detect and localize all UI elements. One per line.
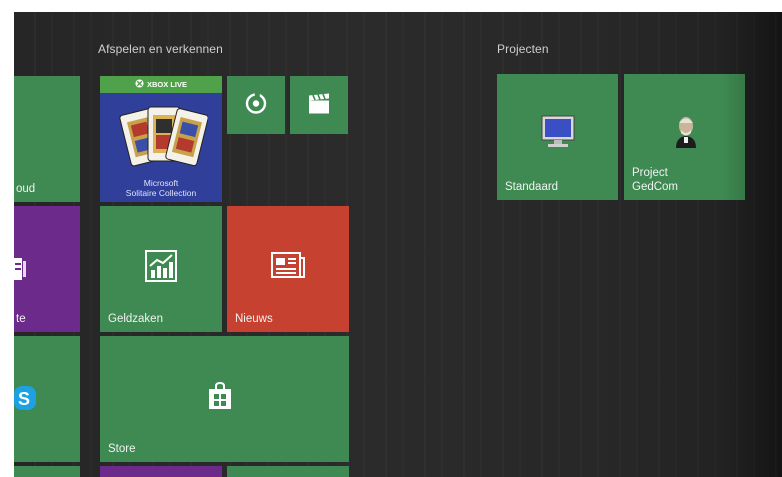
tile-nieuws[interactable]: Nieuws (227, 206, 349, 332)
skype-icon: S (14, 384, 38, 415)
group-header-play: Afspelen en verkennen (98, 42, 223, 56)
groove-music-icon (244, 92, 268, 119)
tile-gedcom-label: Project GedCom (632, 166, 678, 194)
start-screen: Afspelen en verkennen Projecten oud te S (14, 12, 782, 477)
solitaire-caption: Microsoft Solitaire Collection (100, 178, 222, 198)
tile-cloud[interactable]: oud (14, 76, 80, 202)
tile-gedcom-label-line1: Project (632, 167, 668, 179)
tile-partial-bottom-left[interactable] (14, 466, 80, 477)
chart-icon (145, 250, 177, 285)
svg-text:S: S (18, 389, 30, 409)
clapperboard-icon (307, 93, 331, 118)
news-icon (271, 252, 305, 281)
portrait-icon (674, 114, 698, 151)
tile-onenote-label: te (16, 313, 26, 325)
onenote-icon (14, 256, 28, 285)
tile-standaard-label: Standaard (505, 181, 559, 193)
tile-groove[interactable] (227, 76, 285, 134)
tile-onenote[interactable]: te (14, 206, 80, 332)
tile-standaard[interactable]: Standaard (497, 74, 618, 200)
tile-geldzaken[interactable]: Geldzaken (100, 206, 222, 332)
shopping-bag-icon (208, 381, 232, 413)
tile-solitaire[interactable]: XBOX LIVE Microsoft Solitaire Collection (100, 76, 222, 202)
tile-store-label: Store (108, 443, 136, 455)
solitaire-caption-line2: Solitaire Collection (125, 188, 197, 198)
tile-store[interactable]: Store (100, 336, 349, 462)
solitaire-artwork: Microsoft Solitaire Collection (100, 93, 222, 202)
tile-nieuws-label: Nieuws (235, 313, 273, 325)
tile-partial-bottom-mid[interactable] (100, 466, 222, 477)
xbox-live-badge: XBOX LIVE (100, 76, 222, 93)
screen-edge-shadow (722, 12, 782, 477)
tile-cloud-label: oud (16, 183, 36, 195)
xbox-icon (135, 79, 144, 90)
tile-geldzaken-label: Geldzaken (108, 313, 163, 325)
group-header-projects: Projecten (497, 42, 549, 56)
xbox-live-label: XBOX LIVE (146, 80, 187, 89)
tile-gedcom-label-line2: GedCom (632, 181, 679, 193)
monitor-icon (540, 114, 576, 153)
solitaire-caption-line1: Microsoft (143, 178, 179, 188)
tile-skype[interactable]: S (14, 336, 80, 462)
tile-partial-bottom-right[interactable] (227, 466, 349, 477)
tile-movies[interactable] (290, 76, 348, 134)
playing-cards-icon (118, 101, 209, 176)
